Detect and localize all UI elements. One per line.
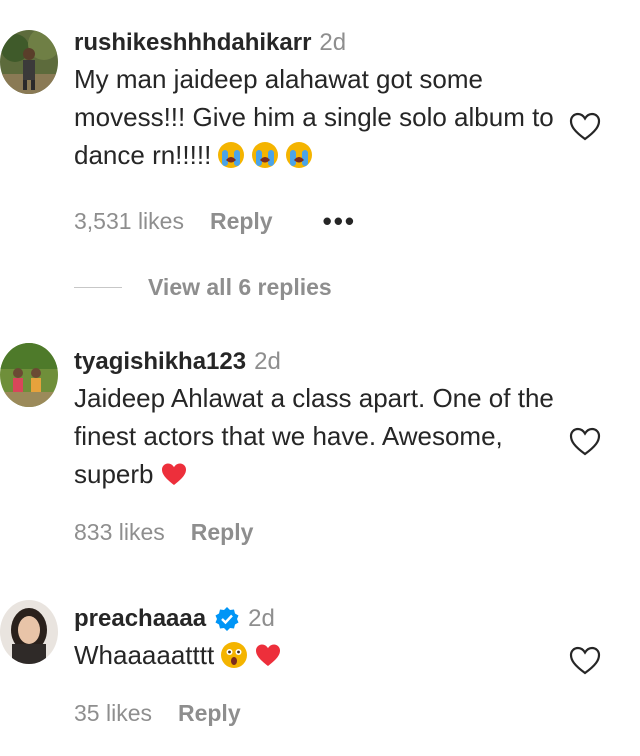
timestamp: 2d [254,348,281,375]
verified-badge-icon [214,606,240,632]
more-options-button[interactable]: ••• [323,206,356,237]
comment-meta: 3,531 likes Reply ••• [74,206,356,237]
avatar[interactable] [0,30,58,94]
reply-button[interactable]: Reply [191,519,254,546]
likes-count[interactable]: 35 likes [74,700,152,727]
comment-body: Jaideep Ahlawat a class apart. One of th… [74,383,554,489]
view-replies-button[interactable]: View all 6 replies [74,274,332,301]
comment-body: Whaaaaatttt [74,640,215,670]
avatar[interactable] [0,343,58,407]
username[interactable]: tyagishikha123 [74,347,246,377]
view-replies-label: View all 6 replies [148,274,332,300]
username[interactable]: preachaaaa [74,604,206,634]
comment-meta: 35 likes Reply [74,700,241,727]
comment-body: My man jaideep alahawat got some movess!… [74,64,554,170]
loudly-crying-face-icon [285,141,313,169]
comment-meta: 833 likes Reply [74,519,253,546]
like-heart-icon[interactable] [568,644,602,678]
reply-button[interactable]: Reply [178,700,241,727]
comment-text: Whaaaaatttt [74,636,570,674]
timestamp: 2d [319,29,347,56]
red-heart-icon [160,460,188,488]
comment-text: My man jaideep alahawat got some movess!… [74,60,570,174]
avatar[interactable] [0,600,58,664]
astonished-face-icon [220,641,248,669]
loudly-crying-face-icon [217,141,245,169]
likes-count[interactable]: 833 likes [74,519,165,546]
like-heart-icon[interactable] [568,425,602,459]
username[interactable]: rushikeshhhdahikarr [74,28,311,58]
reply-button[interactable]: Reply [210,208,273,235]
comment-text: Jaideep Ahlawat a class apart. One of th… [74,379,570,493]
loudly-crying-face-icon [251,141,279,169]
likes-count[interactable]: 3,531 likes [74,208,184,235]
timestamp: 2d [248,605,275,632]
divider [74,287,122,288]
like-heart-icon[interactable] [568,110,602,144]
red-heart-icon [254,641,282,669]
